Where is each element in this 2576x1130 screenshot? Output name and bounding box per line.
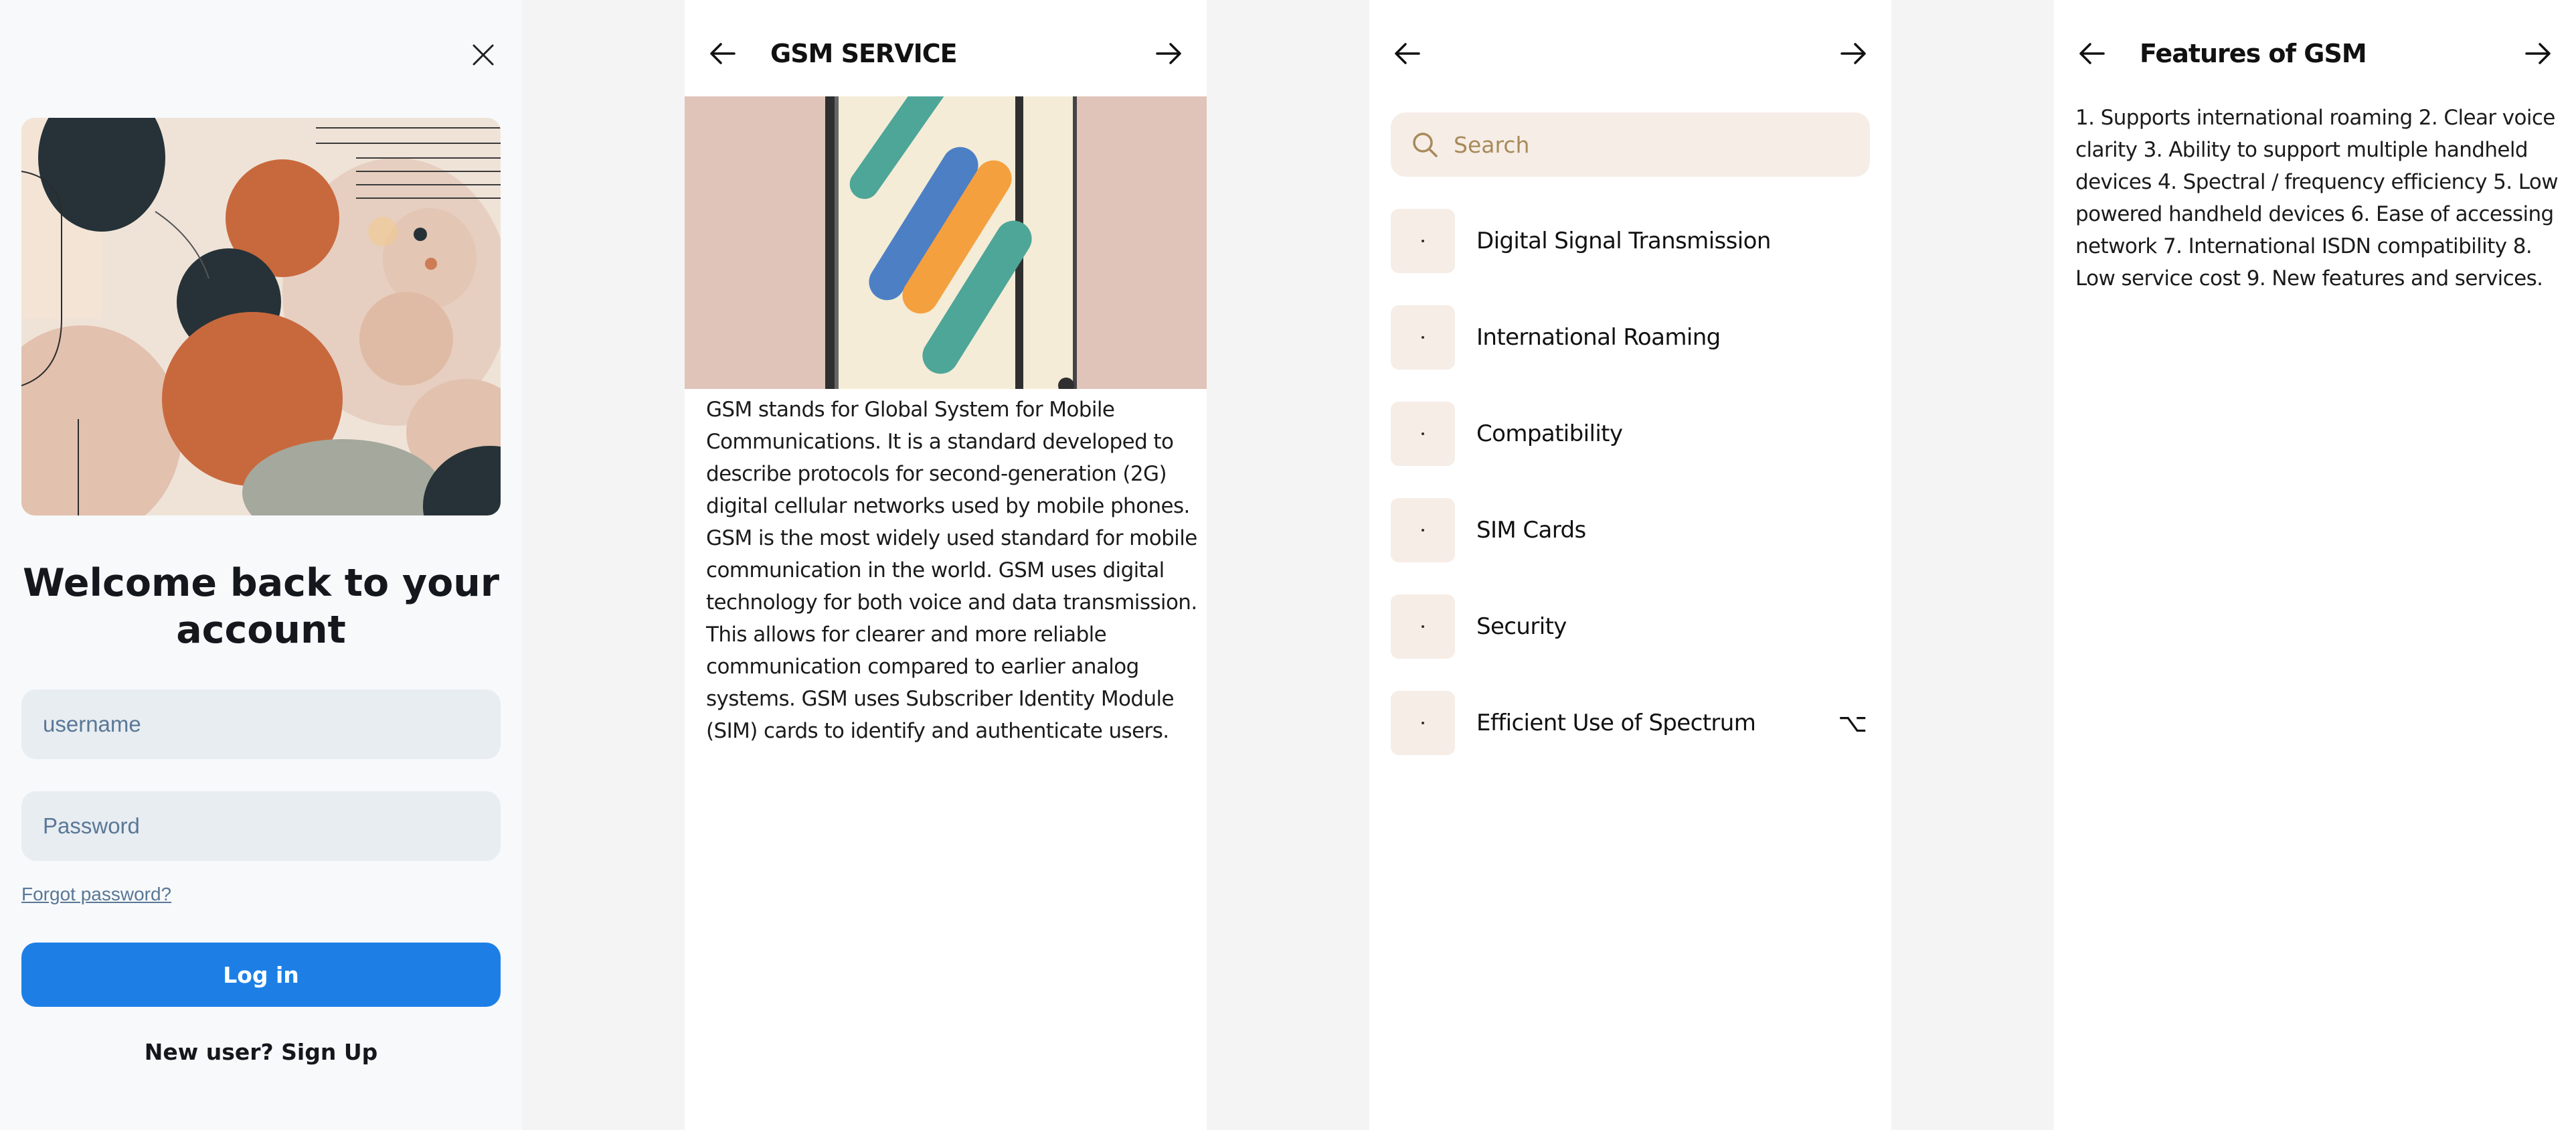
back-button[interactable]: [1388, 35, 1426, 72]
password-input[interactable]: [21, 791, 501, 861]
topics-screen: Digital Signal Transmission Internationa…: [1369, 0, 1891, 1130]
login-screen: Welcome back to your account Forgot pass…: [0, 0, 522, 1130]
features-screen: Features of GSM 1. Supports internationa…: [2054, 0, 2576, 1130]
forward-button[interactable]: [1150, 35, 1188, 72]
list-item[interactable]: Compatibility: [1391, 402, 1870, 466]
item-thumbnail: [1391, 209, 1455, 273]
list-item[interactable]: International Roaming: [1391, 305, 1870, 370]
item-thumbnail: [1391, 402, 1455, 466]
search-input[interactable]: [1452, 131, 1843, 159]
forward-button[interactable]: [1835, 35, 1873, 72]
arrow-left-icon: [1395, 43, 1420, 64]
option-key-icon: ⌥: [1838, 708, 1867, 738]
list-item[interactable]: Efficient Use of Spectrum ⌥: [1391, 691, 1870, 755]
item-label: Digital Signal Transmission: [1476, 228, 1771, 254]
username-input[interactable]: [21, 690, 501, 759]
welcome-illustration: [21, 118, 501, 515]
list-item[interactable]: Security: [1391, 594, 1870, 659]
back-button[interactable]: [2073, 35, 2110, 72]
arrow-right-icon: [1840, 43, 1866, 64]
item-label: Compatibility: [1476, 420, 1623, 447]
list-item[interactable]: SIM Cards: [1391, 498, 1870, 562]
close-icon: [473, 44, 494, 66]
arrow-right-icon: [2525, 43, 2551, 64]
close-button[interactable]: [466, 37, 501, 72]
item-thumbnail: [1391, 594, 1455, 659]
forgot-password-link[interactable]: Forgot password?: [21, 884, 171, 905]
gsm-service-screen: GSM SERVICE GSM stands for Global System…: [685, 0, 1207, 1130]
welcome-title: Welcome back to your account: [23, 561, 499, 652]
signup-link[interactable]: New user? Sign Up: [21, 1039, 501, 1065]
login-button[interactable]: Log in: [21, 943, 501, 1007]
service-description: GSM stands for Global System for Mobile …: [706, 398, 1197, 743]
hero-image: [685, 96, 1207, 389]
features-list: 1. Supports international roaming 2. Cle…: [2075, 106, 2559, 291]
list-item[interactable]: Digital Signal Transmission: [1391, 209, 1870, 273]
page-title: Features of GSM: [2140, 39, 2367, 68]
back-button[interactable]: [703, 35, 741, 72]
arrow-left-icon: [2079, 43, 2105, 64]
item-thumbnail: [1391, 498, 1455, 562]
item-label: Security: [1476, 613, 1567, 640]
search-bar[interactable]: [1391, 112, 1870, 177]
forward-button[interactable]: [2520, 35, 2557, 72]
search-icon: [1413, 133, 1438, 157]
item-label: International Roaming: [1476, 324, 1721, 351]
item-label: Efficient Use of Spectrum: [1476, 710, 1756, 736]
item-thumbnail: [1391, 305, 1455, 370]
arrow-right-icon: [1156, 43, 1181, 64]
item-label: SIM Cards: [1476, 517, 1586, 544]
arrow-left-icon: [710, 43, 736, 64]
item-thumbnail: [1391, 691, 1455, 755]
page-title: GSM SERVICE: [770, 39, 958, 68]
